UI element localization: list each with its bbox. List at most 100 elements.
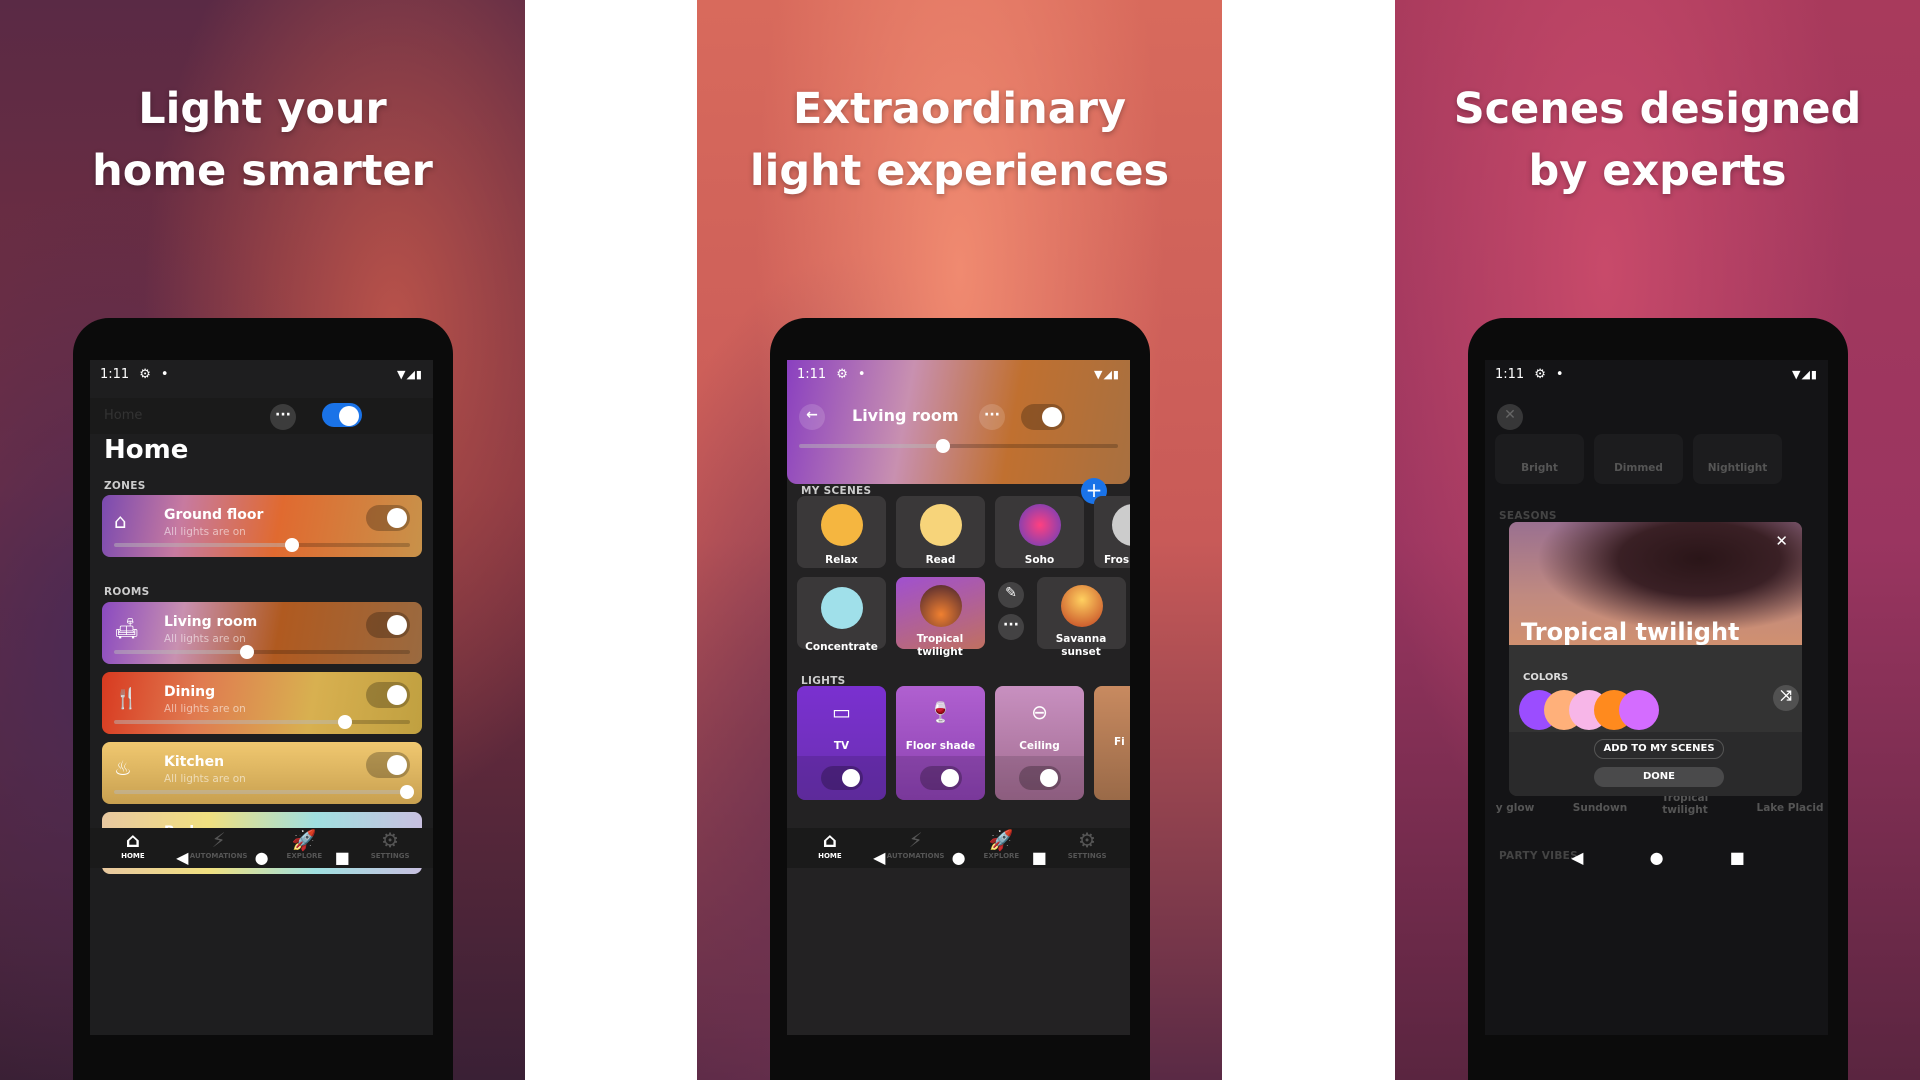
lightbar-icon: ▭ xyxy=(832,700,851,724)
light-tile-tv[interactable]: ▭ TV xyxy=(797,686,886,800)
status-bar: 1:11 ⚙ • ▼◢▮ xyxy=(1495,366,1818,382)
bg-scene-label: Sundown xyxy=(1572,802,1628,814)
zone-toggle[interactable] xyxy=(366,505,410,531)
light-toggle[interactable] xyxy=(920,766,962,790)
back-icon[interactable]: ◀ xyxy=(176,848,188,867)
more-button[interactable]: ··· xyxy=(270,404,296,430)
light-tile-partial[interactable]: Fi xyxy=(1094,686,1130,800)
android-nav: ◀ ● ■ xyxy=(770,848,1150,867)
close-gallery-button[interactable]: ✕ xyxy=(1497,404,1523,430)
gear-icon: ⚙ xyxy=(139,366,151,382)
ceiling-light-icon: ⊖ xyxy=(1031,700,1048,724)
bg-scene-dimmed[interactable]: Dimmed xyxy=(1594,434,1683,484)
home-circle-icon[interactable]: ● xyxy=(255,848,269,867)
header-faded-title: Home xyxy=(104,408,143,423)
phone-frame: 1:11 ⚙ • ▼◢▮ Home ··· Home ZONES ⌂ Ground f… xyxy=(73,318,453,1080)
room-card-kitchen[interactable]: ♨ Kitchen All lights are on xyxy=(102,742,422,804)
color-swatch[interactable] xyxy=(1619,690,1659,730)
promo-panel-scenes: Scenes designed by experts 1:11 ⚙ • ▼◢▮ ✕ Br… xyxy=(1395,0,1920,1080)
cutlery-icon: 🍴 xyxy=(114,686,139,710)
brightness-slider[interactable] xyxy=(114,715,410,729)
bg-scene-nightlight[interactable]: Nightlight xyxy=(1693,434,1782,484)
floor-lamp-icon: 🍷 xyxy=(928,700,953,724)
recents-icon[interactable]: ■ xyxy=(335,848,350,867)
scene-tile-tropical-twilight[interactable]: Tropical twilight xyxy=(896,577,985,658)
scene-detail-modal: Tropical twilight ✕ COLORS ⤨ ADD TO MY S… xyxy=(1509,522,1802,796)
headline: Extraordinary light experiences xyxy=(749,84,1170,196)
light-toggle[interactable] xyxy=(1019,766,1061,790)
gear-icon: ⚙ xyxy=(1534,366,1546,382)
add-to-my-scenes-button[interactable]: ADD TO MY SCENES xyxy=(1594,739,1724,759)
back-icon[interactable]: ◀ xyxy=(1571,848,1583,867)
recents-icon[interactable]: ■ xyxy=(1730,848,1745,867)
savanna-sunset-icon xyxy=(1060,585,1103,627)
seasons-label: SEASONS xyxy=(1499,510,1557,522)
scene-more-button[interactable]: ··· xyxy=(998,614,1024,640)
android-nav: ◀ ● ■ xyxy=(73,848,453,867)
more-button[interactable]: ··· xyxy=(979,404,1005,430)
dot-icon: • xyxy=(160,366,169,382)
room-toggle[interactable] xyxy=(366,682,410,708)
room-toggle[interactable] xyxy=(366,612,410,638)
scene-tile-read[interactable]: Read xyxy=(896,496,985,568)
room-toggle[interactable] xyxy=(366,752,410,778)
wifi-signal-battery-icon: ▼◢▮ xyxy=(1792,367,1818,381)
sofa-icon: 🛋 xyxy=(114,616,140,640)
scene-tile-soho[interactable]: Soho xyxy=(995,496,1084,568)
scene-gallery-screen: 1:11 ⚙ • ▼◢▮ ✕ Bright Dimmed Nightlight SEA… xyxy=(1485,360,1828,1035)
room-screen: 1:11 ⚙ • ▼◢▮ ← Living room ··· MY SCENES + … xyxy=(787,360,1130,1035)
scene-tile-savanna-sunset[interactable]: Savanna sunset xyxy=(1037,577,1126,658)
promo-panel-home: Light your home smarter 1:11 ⚙ • ▼◢▮ Home ··… xyxy=(0,0,525,1080)
tropical-twilight-icon xyxy=(919,585,962,627)
status-bar: 1:11 ⚙ • ▼◢▮ xyxy=(100,366,423,382)
relax-icon xyxy=(820,504,863,546)
scene-tile-frost[interactable]: Fros xyxy=(1094,496,1130,568)
pot-icon: ♨ xyxy=(114,756,132,780)
light-toggle[interactable] xyxy=(821,766,863,790)
headline: Scenes designed by experts xyxy=(1453,84,1862,196)
room-toggle[interactable] xyxy=(1021,404,1065,430)
scene-tile-relax[interactable]: Relax xyxy=(797,496,886,568)
concentrate-icon xyxy=(820,587,863,629)
page-title: Home xyxy=(104,435,189,465)
recents-icon[interactable]: ■ xyxy=(1032,848,1047,867)
scene-title: Tropical twilight xyxy=(1521,618,1740,646)
light-tile-floor-shade[interactable]: 🍷 Floor shade xyxy=(896,686,985,800)
home-circle-icon[interactable]: ● xyxy=(1650,848,1664,867)
zones-label: ZONES xyxy=(104,480,146,492)
close-icon[interactable]: ✕ xyxy=(1775,532,1788,550)
home-circle-icon[interactable]: ● xyxy=(952,848,966,867)
read-icon xyxy=(919,504,962,546)
colors-label: COLORS xyxy=(1523,672,1569,683)
light-tile-ceiling[interactable]: ⊖ Ceiling xyxy=(995,686,1084,800)
done-button[interactable]: DONE xyxy=(1594,767,1724,787)
back-button[interactable]: ← xyxy=(799,404,825,430)
wifi-signal-battery-icon: ▼◢▮ xyxy=(1094,367,1120,381)
phone-frame: 1:11 ⚙ • ▼◢▮ ✕ Bright Dimmed Nightlight SEA… xyxy=(1468,318,1848,1080)
master-toggle[interactable] xyxy=(322,403,362,427)
back-icon[interactable]: ◀ xyxy=(873,848,885,867)
wifi-signal-battery-icon: ▼◢▮ xyxy=(397,367,423,381)
promo-panel-room: Extraordinary light experiences 1:11 ⚙ • ▼◢▮… xyxy=(697,0,1222,1080)
home-screen: 1:11 ⚙ • ▼◢▮ Home ··· Home ZONES ⌂ Ground f… xyxy=(90,360,433,1035)
brightness-slider[interactable] xyxy=(114,785,415,799)
frost-icon xyxy=(1112,504,1130,546)
bg-scene-bright[interactable]: Bright xyxy=(1495,434,1584,484)
scene-tile-concentrate[interactable]: Concentrate xyxy=(797,577,886,653)
brightness-slider[interactable] xyxy=(799,439,1118,453)
dot-icon: • xyxy=(857,366,866,382)
room-card-dining[interactable]: 🍴 Dining All lights are on xyxy=(102,672,422,734)
brightness-slider[interactable] xyxy=(114,645,410,659)
room-title: Living room xyxy=(852,406,959,425)
edit-scene-button[interactable]: ✎ xyxy=(998,582,1024,608)
phone-frame: 1:11 ⚙ • ▼◢▮ ← Living room ··· MY SCENES + … xyxy=(770,318,1150,1080)
zone-card-ground-floor[interactable]: ⌂ Ground floor All lights are on xyxy=(102,495,422,557)
dot-icon: • xyxy=(1555,366,1564,382)
shuffle-button[interactable]: ⤨ xyxy=(1773,685,1799,711)
headline: Light your home smarter xyxy=(92,84,433,196)
room-card-living-room[interactable]: 🛋 Living room All lights are on xyxy=(102,602,422,664)
brightness-slider[interactable] xyxy=(114,538,410,552)
soho-icon xyxy=(1018,504,1061,546)
bg-scene-label: y glow xyxy=(1495,802,1535,814)
status-bar: 1:11 ⚙ • ▼◢▮ xyxy=(797,366,1120,382)
